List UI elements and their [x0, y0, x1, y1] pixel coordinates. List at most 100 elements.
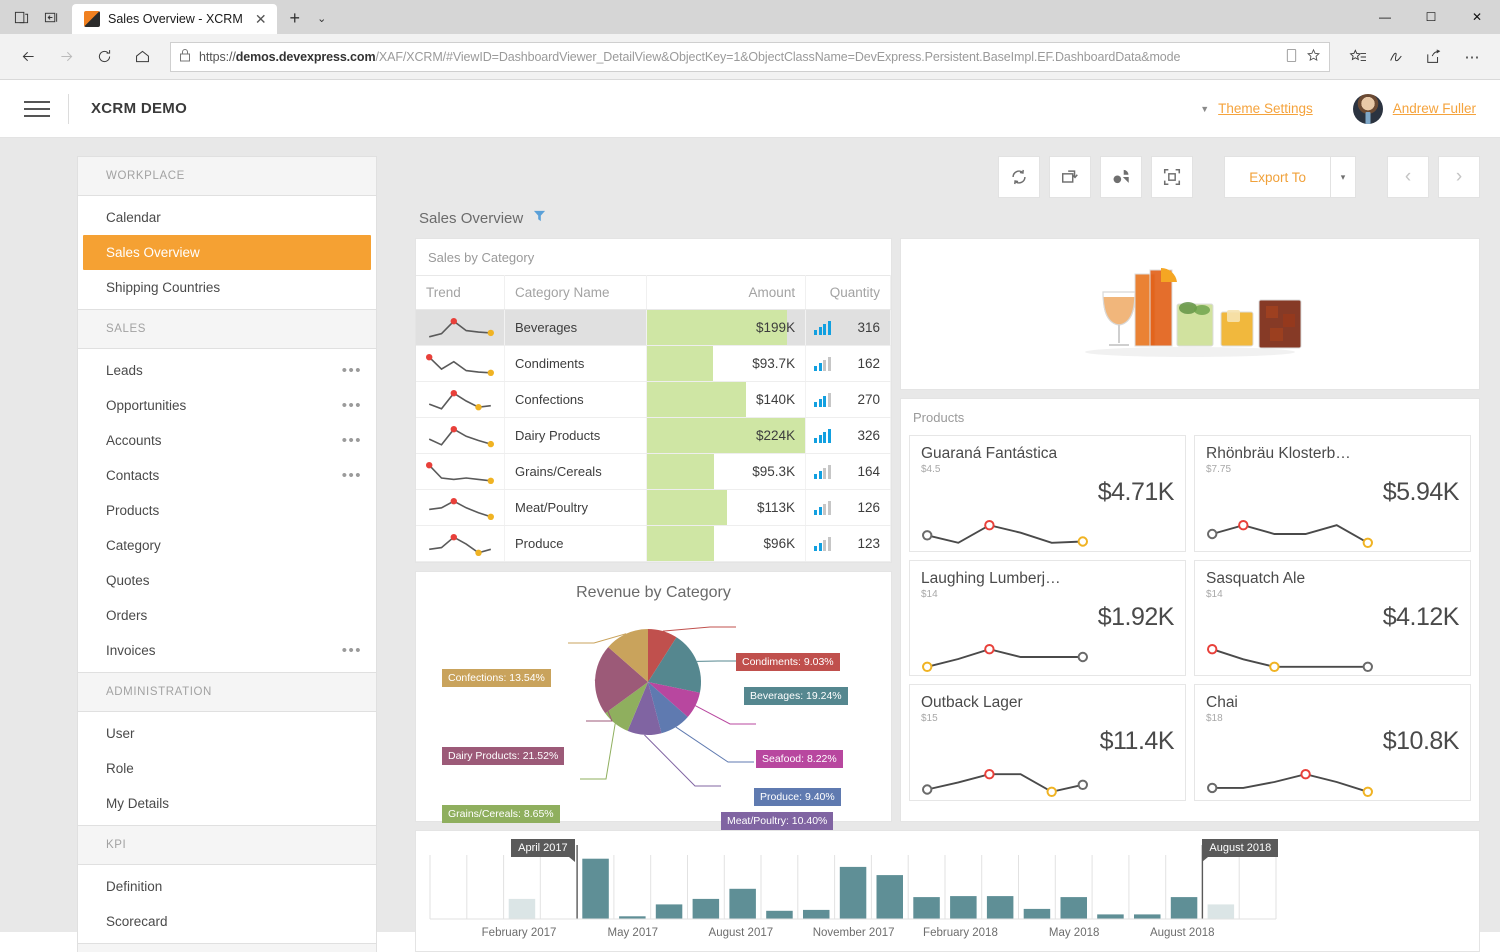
address-bar[interactable]: https://demos.devexpress.com/XAF/XCRM/#V… [170, 41, 1330, 72]
filter-icon[interactable] [533, 209, 546, 227]
sidebar-item-orders[interactable]: Orders [78, 598, 376, 633]
share-icon[interactable] [1416, 40, 1452, 74]
avatar[interactable] [1352, 93, 1383, 124]
sidebar-item-scorecard[interactable]: Scorecard [78, 904, 376, 939]
sidebar-item-calendar[interactable]: Calendar [78, 200, 376, 235]
dashboard: Export To ▾ ‹ › Sales Overview Sales by … [415, 156, 1480, 952]
favorite-star-icon[interactable] [1306, 48, 1321, 66]
tab-preview-icon[interactable] [6, 2, 36, 32]
previous-page-button[interactable]: ‹ [1387, 156, 1429, 198]
quantity-value: 164 [857, 464, 880, 479]
window-close-button[interactable]: ✕ [1454, 0, 1500, 34]
sidebar-item-quotes[interactable]: Quotes [78, 563, 376, 598]
product-card[interactable]: Sasquatch Ale $14 $4.12K [1194, 559, 1471, 677]
column-header-amount[interactable]: Amount [646, 275, 807, 310]
export-to-button[interactable]: Export To [1224, 156, 1330, 198]
chevron-down-icon[interactable]: ⌄ [309, 4, 335, 32]
next-page-button[interactable]: › [1438, 156, 1480, 198]
home-icon[interactable] [124, 40, 160, 74]
sidebar-item-more-icon[interactable]: ••• [342, 432, 362, 449]
column-header-quantity[interactable]: Quantity [805, 275, 891, 310]
app-header: XCRM DEMO ▼ Theme Settings Andrew Fuller [0, 80, 1500, 138]
sidebar-item-user[interactable]: User [78, 716, 376, 751]
user-name-link[interactable]: Andrew Fuller [1393, 101, 1476, 116]
sidebar-item-leads[interactable]: Leads ••• [78, 353, 376, 388]
back-icon[interactable] [10, 40, 46, 74]
product-card[interactable]: Guaraná Fantástica $4.5 $4.71K [909, 435, 1186, 552]
favorites-hub-icon[interactable] [1340, 40, 1376, 74]
product-card[interactable]: Outback Lager $15 $11.4K [909, 684, 1186, 801]
sidebar-item-more-icon[interactable]: ••• [342, 362, 362, 379]
maximize-button[interactable]: ☐ [1408, 0, 1454, 34]
range-tick-label: August 2017 [708, 927, 774, 939]
pie-slice-label: Confections: 13.54% [442, 669, 551, 687]
date-range-selector-panel[interactable]: April 2017 August 2018 February 2017 May 20… [415, 830, 1480, 952]
product-name: Guaraná Fantástica [921, 445, 1058, 462]
sidebar-item-category[interactable]: Category [78, 528, 376, 563]
export-dropdown-caret[interactable]: ▾ [1330, 156, 1356, 198]
product-card[interactable]: Chai $18 $10.8K [1194, 684, 1471, 801]
sidebar-item-shipping-countries[interactable]: Shipping Countries [78, 270, 376, 305]
range-tick-label: May 2017 [607, 927, 659, 939]
sidebar-item-opportunities[interactable]: Opportunities ••• [78, 388, 376, 423]
refresh-icon[interactable] [998, 156, 1041, 198]
sparkline [428, 390, 491, 411]
quantity-indicator [814, 500, 831, 515]
dashboard-items-icon[interactable] [1100, 156, 1143, 198]
column-header-category-name[interactable]: Category Name [504, 275, 647, 310]
pie-slice-label: Dairy Products: 21.52% [442, 747, 565, 765]
column-header-trend[interactable]: Trend [416, 275, 505, 310]
trend-cell [416, 453, 505, 490]
sidebar-item-label: Invoices [106, 643, 156, 658]
set-aside-tabs-icon[interactable] [36, 2, 66, 32]
new-tab-button[interactable]: + [281, 4, 309, 32]
reload-icon[interactable] [86, 40, 122, 74]
table-row[interactable]: Beverages $199K 316 [416, 309, 891, 346]
quantity-cell: 270 [805, 381, 891, 418]
sales-by-category-table: Trend Category Name Amount Quantity Beverag… [416, 275, 891, 562]
table-row[interactable]: Grains/Cereals $95.3K 164 [416, 453, 891, 490]
sidebar-item-more-icon[interactable]: ••• [342, 397, 362, 414]
pie-slice-label: Seafood: 8.22% [756, 750, 843, 768]
amount-value: $224K [756, 428, 796, 443]
sparkline [426, 462, 494, 484]
chevron-down-icon[interactable]: ▼ [1200, 104, 1209, 114]
ink-note-icon[interactable] [1378, 40, 1414, 74]
product-card[interactable]: Laughing Lumberj… $14 $1.92K [909, 559, 1186, 677]
table-row[interactable]: Condiments $93.7K 162 [416, 345, 891, 382]
sidebar-item-my-details[interactable]: My Details [78, 786, 376, 821]
quantity-indicator [814, 320, 831, 335]
sidebar-item-role[interactable]: Role [78, 751, 376, 786]
amount-cell: $199K [646, 309, 807, 346]
table-row[interactable]: Confections $140K 270 [416, 381, 891, 418]
table-row[interactable]: Produce $96K 123 [416, 525, 891, 562]
sidebar-item-products[interactable]: Products [78, 493, 376, 528]
trend-cell [416, 381, 505, 418]
restore-layout-icon[interactable] [1049, 156, 1092, 198]
product-card[interactable]: Rhönbräu Klosterb… $7.75 $5.94K [1194, 435, 1471, 552]
browser-tab[interactable]: Sales Overview - XCRM ✕ [72, 4, 277, 34]
sidebar-item-more-icon[interactable]: ••• [342, 642, 362, 659]
fullscreen-icon[interactable] [1151, 156, 1194, 198]
more-options-icon[interactable]: ⋯ [1454, 40, 1490, 74]
range-tick-label: February 2017 [481, 927, 557, 939]
close-icon[interactable]: ✕ [251, 9, 271, 29]
sidebar-group-header: WORKPLACE [77, 156, 377, 195]
minimize-button[interactable]: — [1362, 0, 1408, 34]
table-row[interactable]: Dairy Products $224K 326 [416, 417, 891, 454]
sidebar-item-contacts[interactable]: Contacts ••• [78, 458, 376, 493]
reading-view-icon[interactable] [1285, 48, 1298, 66]
sidebar-item-more-icon[interactable]: ••• [342, 467, 362, 484]
amount-value: $199K [756, 320, 796, 335]
browser-tabstrip: Sales Overview - XCRM ✕ + ⌄ — ☐ ✕ [0, 0, 1500, 34]
quantity-value: 126 [857, 500, 880, 515]
sidebar-item-accounts[interactable]: Accounts ••• [78, 423, 376, 458]
theme-settings-link[interactable]: Theme Settings [1218, 101, 1313, 116]
sparkline [922, 644, 1089, 673]
table-row[interactable]: Meat/Poultry $113K 126 [416, 489, 891, 526]
sidebar-item-sales-overview[interactable]: Sales Overview [83, 235, 371, 270]
sidebar-item-invoices[interactable]: Invoices ••• [78, 633, 376, 668]
menu-icon[interactable] [20, 92, 54, 126]
forward-icon[interactable] [48, 40, 84, 74]
sidebar-item-definition[interactable]: Definition [78, 869, 376, 904]
